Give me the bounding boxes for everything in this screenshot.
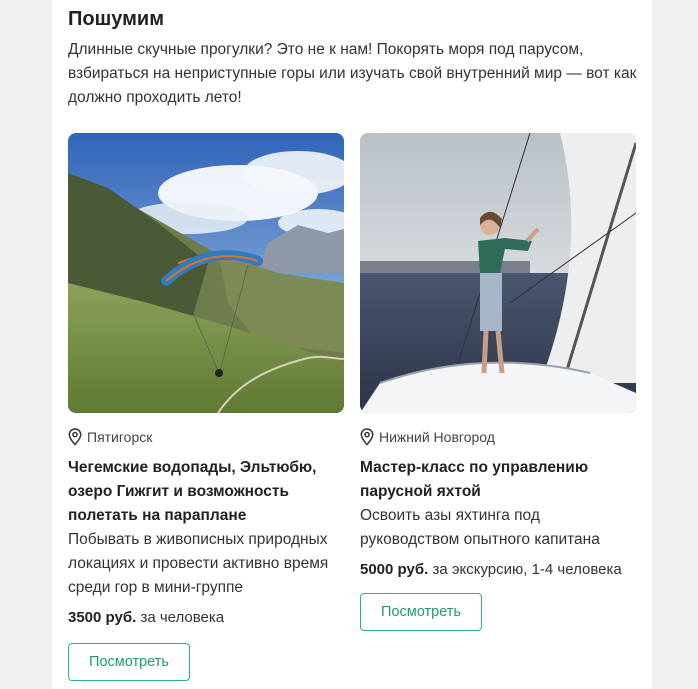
price-value: 3500 руб. [68,609,137,626]
section-intro: Длинные скучные прогулки? Это не к нам! … [68,41,637,106]
card-title[interactable]: Мастер-класс по управлению парусной яхто… [360,456,636,504]
excursion-card: Пятигорск Чегемские водопады, Эльтюбю, о… [68,133,344,681]
location-pin-icon [360,428,374,446]
card-title[interactable]: Чегемские водопады, Эльтюбю, озеро Гижги… [68,456,344,528]
excursion-card: Нижний Новгород Мастер-класс по управлен… [360,133,636,631]
sailing-yacht-photo[interactable] [360,133,636,413]
location-pin-icon [68,428,82,446]
location-label: Пятигорск [87,429,153,445]
price-row: 5000 руб. за экскурсию, 1-4 человека [360,559,636,581]
price-row: 3500 руб. за человека [68,607,344,629]
location-label: Нижний Новгород [379,429,495,445]
view-button[interactable]: Посмотреть [360,593,482,631]
price-note: за человека [136,609,225,626]
price-note: за экскурсию, 1-4 человека [428,561,622,578]
card-description: Побывать в живописных природных локациях… [68,531,329,596]
location-row: Нижний Новгород [360,427,636,447]
price-value: 5000 руб. [360,561,429,578]
view-button[interactable]: Посмотреть [68,643,190,681]
section-title: Пошумим [68,8,165,30]
paraglider-mountains-photo[interactable] [68,133,344,413]
card-description: Освоить азы яхтинга под руководством опы… [360,507,600,548]
location-row: Пятигорск [68,427,344,447]
